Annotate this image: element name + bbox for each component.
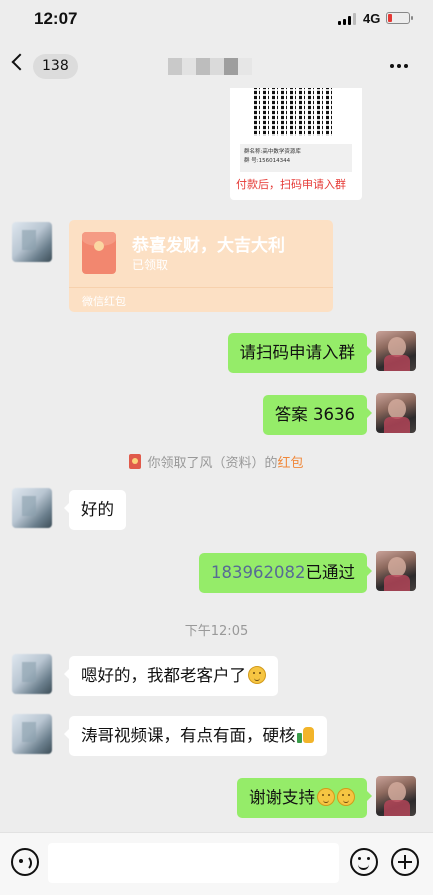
message-text: 嗯好的，我都老客户了 — [81, 666, 246, 685]
back-arrow-icon[interactable] — [11, 53, 29, 71]
message-list[interactable]: 群名称:高中数学资源库 群 号:156014344 付款后，扫码申请入群 恭喜发… — [0, 88, 433, 832]
qr-code — [254, 88, 332, 136]
my-avatar[interactable] — [376, 393, 416, 433]
message-bubble-outgoing[interactable]: 请扫码申请入群 — [227, 333, 372, 373]
contact-avatar[interactable] — [12, 714, 52, 754]
contact-avatar[interactable] — [12, 654, 52, 694]
message-bubble-incoming[interactable]: 涛哥视频课，有点有面，硬核 — [64, 716, 327, 756]
unread-count-badge[interactable]: 138 — [33, 54, 78, 79]
signal-icon — [338, 13, 356, 25]
system-notice-text: 你领取了风（资料）的 — [147, 456, 278, 471]
status-bar: 12:07 4G — [0, 0, 433, 40]
status-time: 12:07 — [34, 9, 78, 28]
chat-title-redacted — [168, 58, 252, 75]
plus-icon[interactable] — [391, 848, 419, 876]
contact-avatar[interactable] — [12, 488, 52, 528]
more-options-icon[interactable] — [390, 64, 408, 68]
message-bubble-incoming[interactable]: 嗯好的，我都老客户了 — [64, 656, 278, 696]
qr-group-number: 群 号:156014344 — [244, 158, 291, 164]
message-text: 谢谢支持 — [249, 788, 315, 807]
thinking-face-emoji-icon — [248, 666, 266, 684]
smile-emoji-icon — [337, 788, 355, 806]
my-avatar[interactable] — [376, 776, 416, 816]
input-bar — [0, 832, 433, 895]
divider — [69, 287, 333, 288]
my-avatar[interactable] — [376, 551, 416, 591]
message-bubble-outgoing[interactable]: 谢谢支持 — [237, 778, 372, 818]
battery-icon — [386, 12, 413, 24]
message-text: 涛哥视频课，有点有面，硬核 — [81, 726, 296, 745]
network-type: 4G — [363, 11, 381, 26]
message-bubble-outgoing[interactable]: 答案 3636 — [262, 395, 373, 435]
message-bubble-outgoing[interactable]: 183962082已通过 — [199, 553, 372, 593]
message-bubble-incoming[interactable]: 好的 — [64, 490, 126, 530]
message-text: 已通过 — [305, 563, 356, 582]
red-packet-link[interactable]: 红包 — [278, 456, 304, 471]
qr-group-info: 群名称:高中数学资源库 群 号:156014344 — [240, 144, 352, 172]
system-notice: 你领取了风（资料）的红包 — [0, 452, 433, 471]
timestamp: 下午12:05 — [184, 624, 249, 639]
red-packet-footer: 微信红包 — [82, 295, 126, 308]
voice-icon[interactable] — [11, 848, 39, 876]
smile-emoji-icon — [317, 788, 335, 806]
message-input[interactable] — [48, 843, 339, 883]
chat-header: 138 — [0, 42, 433, 92]
qr-code-image[interactable]: 群名称:高中数学资源库 群 号:156014344 付款后，扫码申请入群 — [230, 88, 362, 200]
my-avatar[interactable] — [376, 331, 416, 371]
qr-caption: 付款后，扫码申请入群 — [236, 178, 346, 191]
red-packet-icon — [129, 454, 142, 469]
message-number-link[interactable]: 183962082 — [211, 563, 305, 582]
emoji-icon[interactable] — [350, 848, 378, 876]
red-packet-title: 恭喜发财，大吉大利 — [132, 236, 285, 256]
qr-group-name: 群名称:高中数学资源库 — [244, 149, 301, 155]
red-packet-message[interactable]: 恭喜发财，大吉大利 已领取 微信红包 — [69, 220, 333, 312]
contact-avatar[interactable] — [12, 222, 52, 262]
red-packet-status: 已领取 — [132, 258, 169, 272]
red-packet-icon — [82, 232, 116, 274]
thumbs-up-emoji-icon — [296, 727, 315, 743]
